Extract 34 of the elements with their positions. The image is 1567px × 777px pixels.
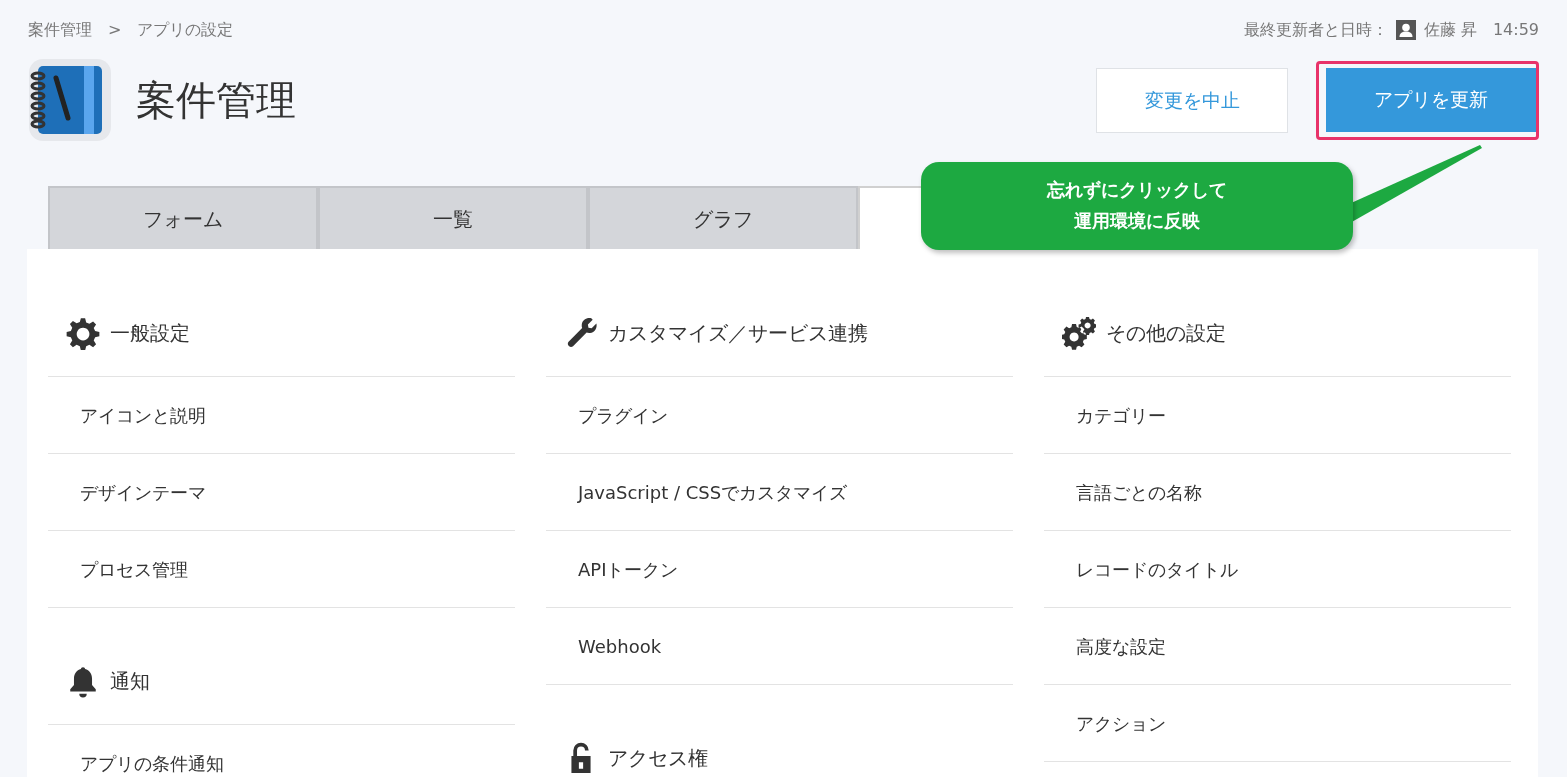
- callout-text: 運用環境に反映: [1074, 209, 1200, 233]
- settings-link[interactable]: アプリの条件通知: [48, 725, 515, 777]
- settings-link[interactable]: デザインテーマ: [48, 454, 515, 531]
- breadcrumb-separator: >: [108, 19, 122, 41]
- user-name: 佐藤 昇: [1423, 19, 1477, 41]
- settings-link[interactable]: カテゴリー: [1044, 377, 1511, 454]
- settings-link[interactable]: アイコンと説明: [48, 377, 515, 454]
- settings-link[interactable]: Webhook: [546, 608, 1013, 685]
- app-title: 案件管理: [136, 76, 296, 124]
- settings-tab[interactable]: フォーム: [48, 186, 318, 249]
- user-icon: [1395, 20, 1416, 40]
- breadcrumb-link[interactable]: アプリの設定: [137, 18, 234, 42]
- gear-icon: [66, 315, 100, 350]
- settings-tab[interactable]: グラフ: [588, 186, 858, 249]
- settings-link[interactable]: 言語ごとの名称: [1044, 454, 1511, 531]
- settings-link[interactable]: アクション: [1044, 685, 1511, 762]
- callout-text: 忘れずにクリックして: [1047, 178, 1227, 203]
- settings-tab[interactable]: 一覧: [318, 186, 588, 249]
- settings-link[interactable]: レコードのタイトル: [1044, 531, 1511, 608]
- section-heading: 一般設定: [110, 319, 190, 347]
- section-heading: その他の設定: [1106, 319, 1226, 347]
- settings-link[interactable]: プロセス管理: [48, 531, 515, 608]
- settings-link[interactable]: 高度な設定: [1044, 608, 1511, 685]
- section-heading: カスタマイズ／サービス連携: [608, 319, 868, 347]
- settings-link[interactable]: JavaScript / CSSでカスタマイズ: [546, 454, 1013, 531]
- gears-icon: [1062, 315, 1096, 350]
- breadcrumb-link[interactable]: 案件管理: [28, 18, 92, 42]
- last-updated-label: 最終更新者と日時：: [1243, 19, 1388, 41]
- settings-link[interactable]: APIトークン: [546, 531, 1013, 608]
- settings-link[interactable]: プラグイン: [546, 377, 1013, 454]
- section-heading: アクセス権: [608, 744, 708, 772]
- section-heading: 通知: [110, 667, 150, 695]
- notebook-icon: [28, 58, 112, 142]
- update-time: 14:59: [1492, 19, 1539, 41]
